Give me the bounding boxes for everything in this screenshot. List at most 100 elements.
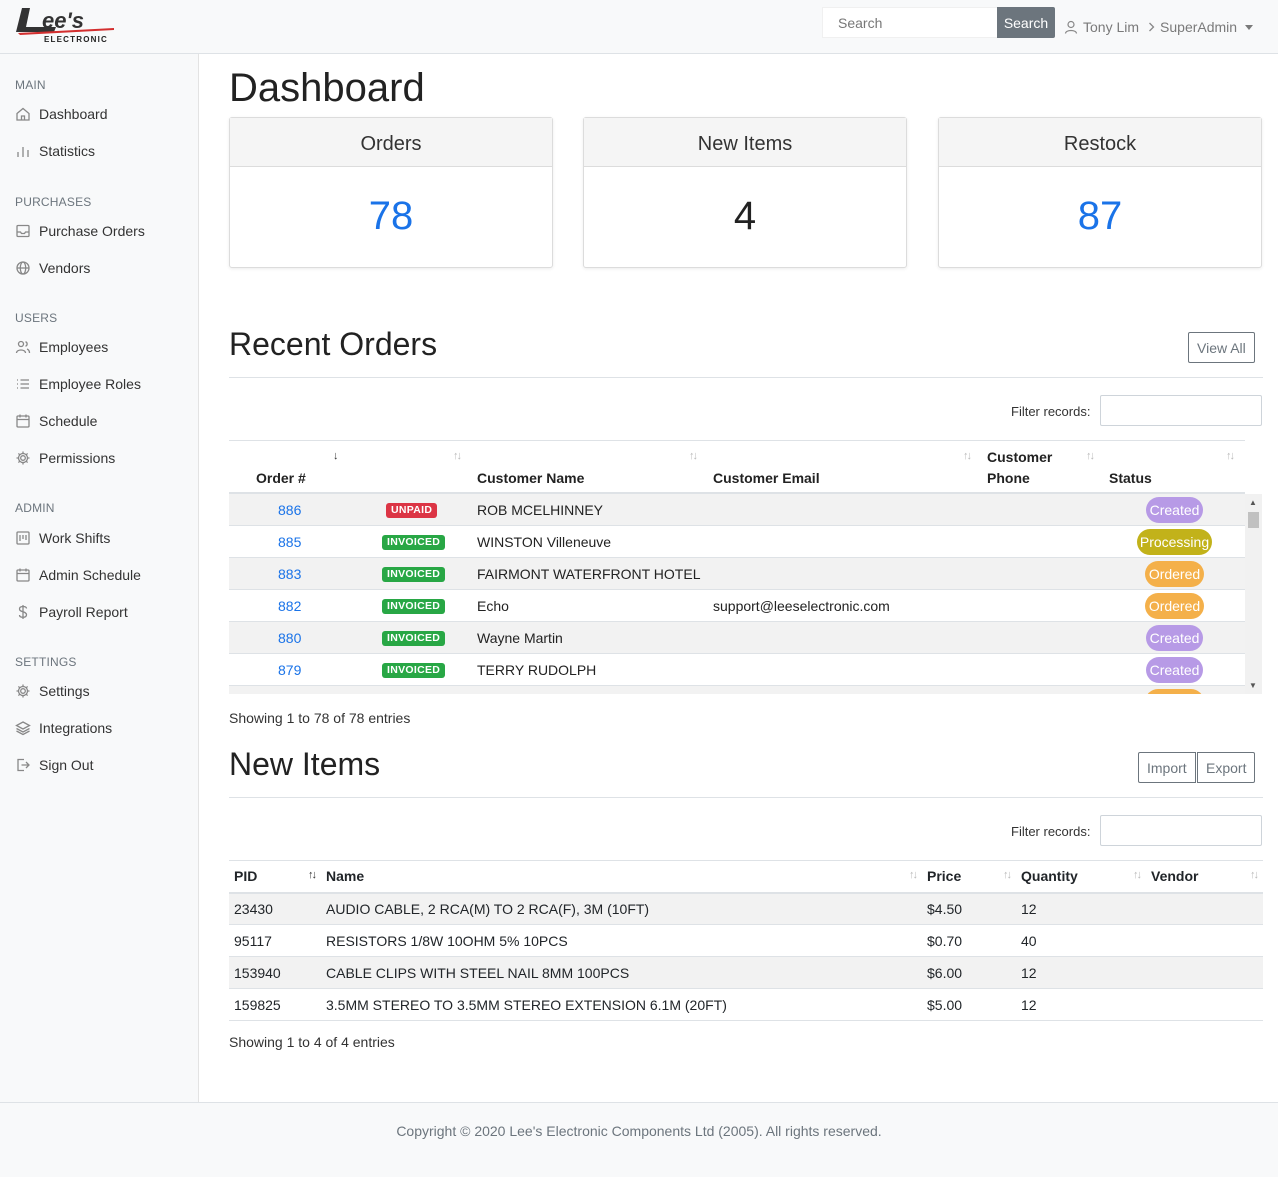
filter-label: Filter records: [1011,404,1091,419]
col-name[interactable]: Name ↑↓ [321,860,922,894]
sidebar-item-vendors[interactable]: Vendors [15,257,90,279]
billing-badge: INVOICED [382,631,446,646]
order-number-link[interactable]: 886 [278,494,301,526]
card-header: New Items [584,118,906,167]
col-label: Quantity [1021,868,1078,885]
table-row-partial[interactable] [229,686,1245,694]
col-customer-phone-line2[interactable]: Phone [987,470,1030,486]
item-quantity: 12 [1016,892,1146,925]
table-header-row: PID ↑↓ Name ↑↓ Price ↑↓ Quantity ↑↓ Vendor ↑↓ [229,860,1263,894]
sort-icon[interactable]: ↑↓ [453,450,462,462]
globe-icon [16,261,30,275]
table-row[interactable]: 880 INVOICED Wayne Martin Created [229,622,1245,654]
sidebar-item-label: Settings [39,683,90,699]
orders-table: ↓ Order # ↑↓ Customer Name ↑↓ Customer E… [229,440,1263,694]
brand-logo[interactable]: ee's ELECTRONIC [14,6,116,46]
item-vendor [1146,924,1263,957]
col-pid[interactable]: PID ↑↓ [229,860,321,894]
orders-filter-input[interactable] [1100,395,1262,426]
sort-icon[interactable]: ↑↓ [963,450,972,462]
table-row[interactable]: 879 INVOICED TERRY RUDOLPH Created [229,654,1245,686]
scroll-down-icon[interactable]: ▼ [1249,681,1257,690]
sidebar-item-label: Employees [39,339,109,355]
sort-icon[interactable]: ↑↓ [1133,869,1142,881]
sidebar-item-employees[interactable]: Employees [15,336,108,358]
billing-badge: INVOICED [382,599,446,614]
col-label: Vendor [1151,868,1199,885]
chevron-right-icon [1149,22,1155,32]
scroll-thumb[interactable] [1248,512,1259,528]
sidebar-item-permissions[interactable]: Permissions [15,447,115,469]
table-row[interactable]: 153940 CABLE CLIPS WITH STEEL NAIL 8MM 1… [229,956,1263,989]
sidebar-item-statistics[interactable]: Statistics [15,140,95,162]
col-vendor[interactable]: Vendor ↑↓ [1146,860,1263,894]
sidebar-item-schedule[interactable]: Schedule [15,410,97,432]
sidebar-item-integrations[interactable]: Integrations [15,717,112,739]
order-number-link[interactable]: 883 [278,558,301,590]
col-status[interactable]: Status [1109,470,1152,486]
sidebar-item-settings[interactable]: Settings [15,680,90,702]
table-row[interactable]: 23430 AUDIO CABLE, 2 RCA(M) TO 2 RCA(F),… [229,892,1263,925]
sort-icon[interactable]: ↑↓ [1250,869,1259,881]
import-button[interactable]: Import [1138,752,1196,783]
export-button[interactable]: Export [1197,752,1256,783]
sidebar-item-purchase-orders[interactable]: Purchase Orders [15,220,145,242]
customer-name: TERRY RUDOLPH [477,662,597,678]
status-pill: Created [1146,657,1203,683]
sort-icon[interactable]: ↑↓ [909,869,918,881]
sidebar-item-dashboard[interactable]: Dashboard [15,103,108,125]
user-menu[interactable]: Tony Lim SuperAdmin [1064,17,1254,37]
table-row[interactable]: 882 INVOICED Echo support@leeselectronic… [229,590,1245,622]
order-number-link[interactable]: 880 [278,622,301,654]
col-label: PID [234,868,258,885]
table-row[interactable]: 886 UNPAID ROB MCELHINNEY Created [229,494,1245,526]
sidebar-item-work-shifts[interactable]: Work Shifts [15,527,110,549]
order-number-link[interactable]: 885 [278,526,301,558]
restock-count[interactable]: 87 [939,167,1261,265]
sidebar-item-label: Integrations [39,720,113,736]
orders-scrollbar[interactable]: ▲ ▼ [1245,494,1262,694]
col-order[interactable]: Order # [256,470,306,486]
sort-icon[interactable]: ↑↓ [689,450,698,462]
order-number-link[interactable]: 882 [278,590,301,622]
table-row[interactable]: 159825 3.5MM STEREO TO 3.5MM STEREO EXTE… [229,988,1263,1021]
table-row[interactable]: 885 INVOICED WINSTON Villeneuve Processi… [229,526,1245,558]
col-customer-phone-line1[interactable]: Customer [987,449,1052,465]
item-price: $4.50 [922,892,1016,925]
col-price[interactable]: Price ↑↓ [922,860,1016,894]
table-row[interactable]: 95117 RESISTORS 1/8W 10OHM 5% 10PCS $0.7… [229,924,1263,957]
sidebar-item-sign-out[interactable]: Sign Out [15,754,93,776]
col-quantity[interactable]: Quantity ↑↓ [1016,860,1146,894]
item-pid: 153940 [229,956,321,989]
copyright-text: Copyright © 2020 Lee's Electronic Compon… [396,1123,882,1139]
orders-count[interactable]: 78 [230,167,552,265]
status-pill [1145,689,1204,694]
sidebar-item-employee-roles[interactable]: Employee Roles [15,373,141,395]
sidebar-heading-admin: ADMIN [15,501,55,515]
search-button[interactable]: Search [997,7,1055,38]
item-quantity: 12 [1016,956,1146,989]
view-all-button[interactable]: View All [1188,332,1255,363]
sidebar-item-payroll-report[interactable]: Payroll Report [15,601,128,623]
order-number-link[interactable]: 879 [278,654,301,686]
search-input[interactable] [822,7,998,38]
table-row[interactable]: 883 INVOICED FAIRMONT WATERFRONT HOTEL O… [229,558,1245,590]
sort-icon[interactable]: ↑↓ [1003,869,1012,881]
bar-chart-icon [17,147,29,157]
scroll-up-icon[interactable]: ▲ [1249,498,1257,507]
dropdown-caret-icon [1245,24,1254,30]
item-pid: 95117 [229,924,321,957]
sidebar-item-label: Employee Roles [39,376,141,392]
orders-table-header: ↓ Order # ↑↓ Customer Name ↑↓ Customer E… [229,440,1245,494]
customer-name: WINSTON Villeneuve [477,534,612,550]
item-pid: 23430 [229,892,321,925]
sort-desc-icon[interactable]: ↓ [333,450,338,462]
sort-asc-icon[interactable]: ↑↓ [308,869,317,881]
sort-icon[interactable]: ↑↓ [1226,450,1235,462]
customer-name: Echo [477,598,509,614]
sort-icon[interactable]: ↑↓ [1086,450,1095,462]
col-customer-name[interactable]: Customer Name [477,470,584,486]
items-filter-input[interactable] [1100,815,1262,846]
sidebar-item-admin-schedule[interactable]: Admin Schedule [15,564,141,586]
col-customer-email[interactable]: Customer Email [713,470,820,486]
